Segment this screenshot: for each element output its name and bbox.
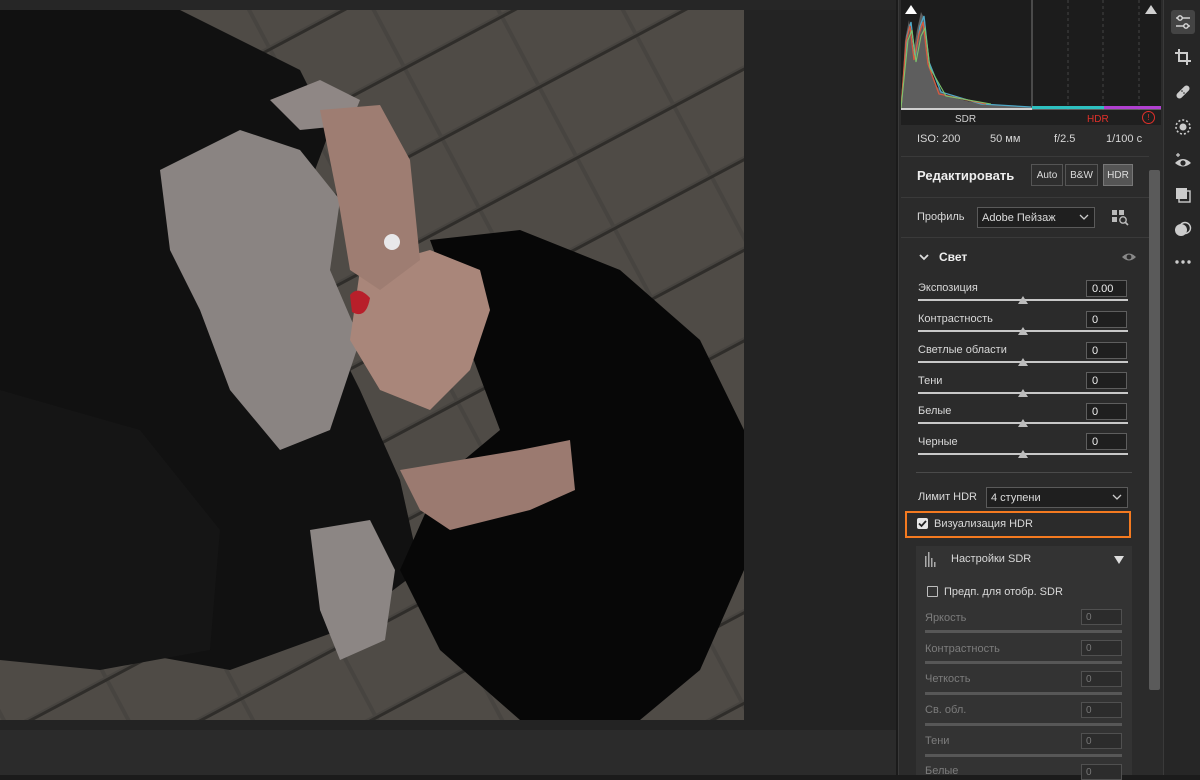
sdr-highlights-input: 0 bbox=[1081, 702, 1122, 718]
highlights-value-input[interactable]: 0 bbox=[1086, 342, 1127, 359]
sdr-histogram-icon bbox=[925, 552, 936, 567]
tool-strip bbox=[1163, 0, 1200, 775]
exif-focal: 50 мм bbox=[990, 133, 1021, 145]
hdr-limit-select[interactable]: 4 ступени bbox=[986, 487, 1128, 508]
profile-label: Профиль bbox=[917, 211, 965, 223]
sdr-shadows-slider bbox=[925, 754, 1122, 757]
edit-sliders-icon[interactable] bbox=[1171, 10, 1195, 34]
slider-label-exposure: Экспозиция bbox=[918, 282, 978, 294]
sdr-preview-label[interactable]: Предп. для отобр. SDR bbox=[944, 586, 1063, 598]
slider-label-contrast: Контрастность bbox=[918, 313, 993, 325]
hdr-visualize-checkbox[interactable] bbox=[917, 518, 928, 529]
sdr-label: SDR bbox=[955, 114, 977, 125]
chevron-down-icon bbox=[1112, 494, 1122, 500]
sdr-slider-label: Контрастность bbox=[925, 643, 1000, 655]
sdr-clarity-input: 0 bbox=[1081, 671, 1122, 687]
sdr-settings-title: Настройки SDR bbox=[951, 553, 1032, 565]
whites-slider-thumb[interactable] bbox=[1018, 419, 1028, 427]
exif-shutter: 1/100 с bbox=[1106, 133, 1143, 145]
edit-title: Редактировать bbox=[917, 168, 1015, 183]
slider-label-highlights: Светлые области bbox=[918, 344, 1007, 356]
blacks-slider-thumb[interactable] bbox=[1018, 450, 1028, 458]
whites-value-input[interactable]: 0 bbox=[1086, 403, 1127, 420]
exif-iso: ISO: 200 bbox=[917, 133, 961, 145]
sdr-clarity-slider bbox=[925, 692, 1122, 695]
sdr-slider-label: Яркость bbox=[925, 612, 967, 624]
hdr-visualize-label[interactable]: Визуализация HDR bbox=[934, 518, 1033, 530]
profile-value: Adobe Пейзаж bbox=[982, 211, 1056, 224]
exposure-slider-thumb[interactable] bbox=[1018, 296, 1028, 304]
sdr-slider-label: Белые bbox=[925, 765, 959, 777]
slider-label-shadows: Тени bbox=[918, 375, 943, 387]
hdr-limit-value: 4 ступени bbox=[991, 491, 1041, 504]
crop-icon[interactable] bbox=[1171, 45, 1195, 69]
highlights-slider-thumb[interactable] bbox=[1018, 358, 1028, 366]
sdr-brightness-input: 0 bbox=[1081, 609, 1122, 625]
chevron-down-icon bbox=[1079, 214, 1089, 220]
sdr-shadows-input: 0 bbox=[1081, 733, 1122, 749]
masking-icon[interactable] bbox=[1171, 115, 1195, 139]
snapshots-icon[interactable] bbox=[1171, 217, 1195, 241]
sdr-whites-input: 0 bbox=[1081, 764, 1122, 780]
collapse-triangle-icon[interactable] bbox=[1113, 555, 1125, 565]
light-section-title[interactable]: Свет bbox=[939, 250, 967, 264]
image-canvas[interactable] bbox=[0, 10, 896, 730]
sdr-slider-label: Св. обл. bbox=[925, 704, 967, 716]
sdr-slider-label: Тени bbox=[925, 735, 950, 747]
exposure-value-input[interactable]: 0.00 bbox=[1086, 280, 1127, 297]
red-eye-icon[interactable] bbox=[1171, 150, 1195, 174]
presets-icon[interactable] bbox=[1171, 183, 1195, 207]
blacks-value-input[interactable]: 0 bbox=[1086, 433, 1127, 450]
divider bbox=[901, 237, 1159, 238]
exif-aperture: f/2.5 bbox=[1054, 133, 1076, 145]
panel-scrollbar-thumb[interactable] bbox=[1149, 170, 1160, 690]
slider-label-whites: Белые bbox=[918, 405, 952, 417]
healing-icon[interactable] bbox=[1171, 80, 1195, 104]
top-bar bbox=[0, 0, 896, 10]
hdr-label: HDR bbox=[1087, 114, 1109, 125]
hdr-button[interactable]: HDR bbox=[1103, 164, 1133, 186]
eye-icon[interactable] bbox=[1121, 251, 1137, 263]
slider-label-blacks: Черные bbox=[918, 436, 958, 448]
photo-preview bbox=[0, 10, 744, 720]
auto-button[interactable]: Auto bbox=[1031, 164, 1063, 186]
shadows-slider-thumb[interactable] bbox=[1018, 389, 1028, 397]
sdr-preview-checkbox[interactable] bbox=[927, 586, 938, 597]
contrast-slider-thumb[interactable] bbox=[1018, 327, 1028, 335]
profile-select[interactable]: Adobe Пейзаж bbox=[977, 207, 1095, 228]
sdr-contrast-input: 0 bbox=[1081, 640, 1122, 656]
profile-browser-icon[interactable] bbox=[1110, 207, 1130, 227]
contrast-value-input[interactable]: 0 bbox=[1086, 311, 1127, 328]
section-chevron-icon[interactable] bbox=[918, 251, 930, 263]
checkmark-icon bbox=[918, 520, 927, 528]
sdr-brightness-slider bbox=[925, 630, 1122, 633]
shadows-value-input[interactable]: 0 bbox=[1086, 372, 1127, 389]
bw-button[interactable]: B&W bbox=[1065, 164, 1098, 186]
divider bbox=[916, 472, 1132, 473]
clipping-warning-icon[interactable]: ! bbox=[1142, 111, 1155, 124]
more-icon[interactable] bbox=[1171, 250, 1195, 274]
sdr-contrast-slider bbox=[925, 661, 1122, 664]
sdr-highlights-slider bbox=[925, 723, 1122, 726]
bottom-filmstrip bbox=[0, 730, 896, 775]
hdr-limit-label: Лимит HDR bbox=[918, 491, 977, 503]
sdr-slider-label: Четкость bbox=[925, 673, 971, 685]
histogram: SDR HDR ! bbox=[900, 0, 1161, 125]
